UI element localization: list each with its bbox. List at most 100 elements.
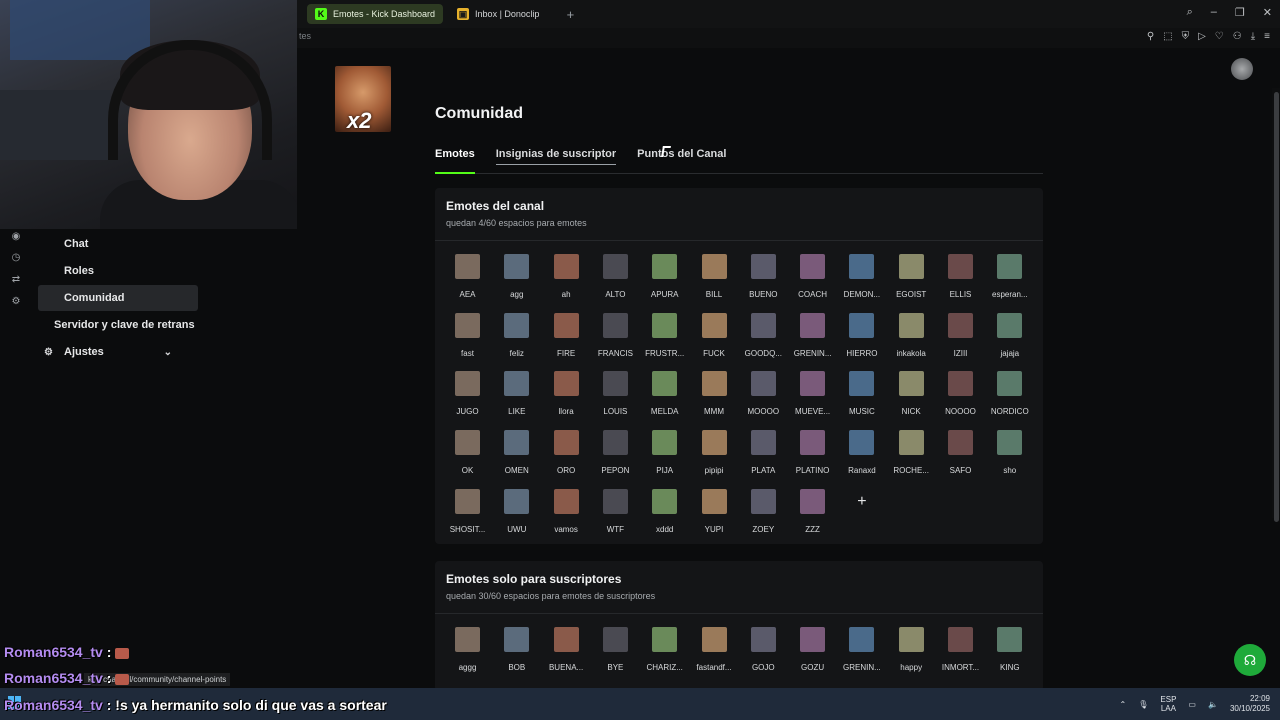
emote-tile[interactable]: GOODQ... (739, 312, 788, 369)
emote-tile[interactable]: FRUSTR... (640, 312, 689, 369)
emote-tile[interactable]: feliz (492, 312, 541, 369)
emote-tile[interactable]: PIJA (640, 430, 689, 486)
emote-tile[interactable]: FUCK (690, 312, 739, 369)
chevron-up-icon[interactable]: ⌃ (1120, 700, 1127, 709)
emote-tile[interactable]: WTF (591, 488, 640, 545)
emote-tile[interactable]: FIRE (542, 312, 591, 369)
emote-tile[interactable]: GOZU (788, 627, 837, 683)
emote-tile[interactable]: INMORT... (936, 627, 985, 683)
emote-tile[interactable]: vamos (542, 488, 591, 545)
new-tab-icon[interactable]: + (563, 7, 577, 22)
emote-tile[interactable]: GOJO (739, 627, 788, 683)
emote-tile[interactable]: LIKE (492, 371, 541, 427)
emote-tile[interactable]: SAFO (936, 430, 985, 486)
emote-tile[interactable]: GRENIN... (837, 627, 886, 683)
sidebar-item-server-key[interactable]: Servidor y clave de retrans (38, 312, 208, 338)
shield-icon[interactable]: ⛨ (1182, 31, 1190, 42)
emote-tile[interactable]: BOB (492, 627, 541, 683)
emote-tile[interactable]: PEPON (591, 430, 640, 486)
emote-tile[interactable]: MUEVE... (788, 371, 837, 427)
network-icon[interactable]: ▭ (1188, 700, 1196, 709)
emote-tile[interactable]: llora (542, 371, 591, 427)
emote-tile[interactable]: inkakola (887, 312, 936, 369)
browser-tab-kick[interactable]: K Emotes - Kick Dashboard (307, 4, 444, 24)
clock-icon[interactable]: ◷ (10, 252, 22, 264)
emote-tile[interactable]: xddd (640, 488, 689, 545)
pin-icon[interactable]: ⚲ (1147, 31, 1154, 42)
gear-icon[interactable]: ⚙ (10, 296, 22, 308)
play-icon[interactable]: ▷ (1198, 31, 1206, 42)
emote-tile[interactable]: ah (542, 254, 591, 310)
play-circle-icon[interactable]: ◉ (10, 231, 22, 243)
emote-tile[interactable]: aggg (443, 627, 492, 683)
emote-tile[interactable]: happy (887, 627, 936, 683)
emote-tile[interactable]: ROCHE... (887, 430, 936, 486)
emote-tile[interactable]: ELLIS (936, 254, 985, 310)
emote-tile[interactable]: HIERRO (837, 312, 886, 369)
sidebar-item-comunidad[interactable]: Comunidad (38, 285, 198, 311)
emote-tile[interactable]: MMM (690, 371, 739, 427)
emote-tile[interactable]: ALTO (591, 254, 640, 310)
emote-tile[interactable]: NOOOO (936, 371, 985, 427)
emote-tile[interactable]: ZZZ (788, 488, 837, 545)
close-icon[interactable]: ✕ (1263, 6, 1272, 19)
emote-tile[interactable]: ORO (542, 430, 591, 486)
volume-icon[interactable]: 🔈 (1208, 700, 1218, 709)
emote-tile[interactable]: fastandf... (690, 627, 739, 683)
tab-channel-points[interactable]: Puntos del Canal (637, 148, 726, 174)
emote-tile[interactable]: LOUIS (591, 371, 640, 427)
emote-tile[interactable]: BUENA... (542, 627, 591, 683)
minimize-icon[interactable]: – (1211, 6, 1217, 19)
emote-tile[interactable]: JUGO (443, 371, 492, 427)
sidebar-item-roles[interactable]: Roles (38, 258, 198, 284)
restore-icon[interactable]: ❐ (1235, 6, 1245, 19)
emote-tile[interactable]: pipipi (690, 430, 739, 486)
emote-tile[interactable]: MOOOO (739, 371, 788, 427)
sidebar-item-ajustes[interactable]: ⚙ Ajustes ⌄ (38, 339, 198, 365)
help-button[interactable]: ☊ (1234, 644, 1266, 676)
emote-tile[interactable]: esperan... (985, 254, 1034, 310)
add-emote-button[interactable]: + (837, 489, 886, 545)
screenshot-icon[interactable]: ⬚ (1163, 31, 1172, 42)
emote-tile[interactable]: DEMON... (837, 254, 886, 310)
emote-tile[interactable]: jajaja (985, 312, 1034, 369)
emote-tile[interactable]: OK (443, 430, 492, 486)
share-icon[interactable]: ⇄ (10, 274, 22, 286)
emote-tile[interactable]: UWU (492, 488, 541, 545)
emote-tile[interactable]: COACH (788, 254, 837, 310)
language-indicator[interactable]: ESP LAA (1160, 695, 1176, 713)
emote-tile[interactable]: GRENIN... (788, 312, 837, 369)
emote-tile[interactable]: MELDA (640, 371, 689, 427)
emote-tile[interactable]: IZIII (936, 312, 985, 369)
emote-tile[interactable]: MUSIC (837, 371, 886, 427)
emote-tile[interactable]: PLATINO (788, 430, 837, 486)
emote-tile[interactable]: sho (985, 430, 1034, 486)
heart-icon[interactable]: ♡ (1215, 31, 1224, 42)
emote-tile[interactable]: NICK (887, 371, 936, 427)
emote-tile[interactable]: APURA (640, 254, 689, 310)
emote-tile[interactable]: BYE (591, 627, 640, 683)
emote-tile[interactable]: Ranaxd (837, 430, 886, 486)
emote-tile[interactable]: NORDICO (985, 371, 1034, 427)
emote-tile[interactable]: YUPI (690, 488, 739, 545)
emote-tile[interactable]: FRANCIS (591, 312, 640, 369)
emote-tile[interactable]: KING (985, 627, 1034, 683)
emote-tile[interactable]: BILL (690, 254, 739, 310)
tab-emotes[interactable]: Emotes (435, 148, 475, 174)
sidebar-item-chat[interactable]: Chat (38, 231, 198, 257)
emote-tile[interactable]: BUENO (739, 254, 788, 310)
scrollbar-thumb[interactable] (1274, 92, 1279, 522)
browser-tab-donoclip[interactable]: ▣ Inbox | Donoclip (449, 4, 547, 24)
emote-tile[interactable]: fast (443, 312, 492, 369)
clock[interactable]: 22:09 30/10/2025 (1230, 694, 1270, 714)
search-icon[interactable]: ⌕ (1187, 6, 1193, 19)
menu-icon[interactable]: ≡ (1264, 31, 1270, 42)
tab-subscriber-badges[interactable]: Insignias de suscriptor (495, 148, 617, 165)
emote-tile[interactable]: OMEN (492, 430, 541, 486)
emote-tile[interactable]: EGOIST (887, 254, 936, 310)
channel-avatar[interactable]: x2 (335, 66, 391, 133)
emote-tile[interactable]: AEA (443, 254, 492, 310)
emote-tile[interactable]: CHARIZ... (640, 627, 689, 683)
address-text[interactable]: tes (299, 31, 311, 41)
microphone-icon[interactable]: 🎙 (1138, 700, 1148, 709)
